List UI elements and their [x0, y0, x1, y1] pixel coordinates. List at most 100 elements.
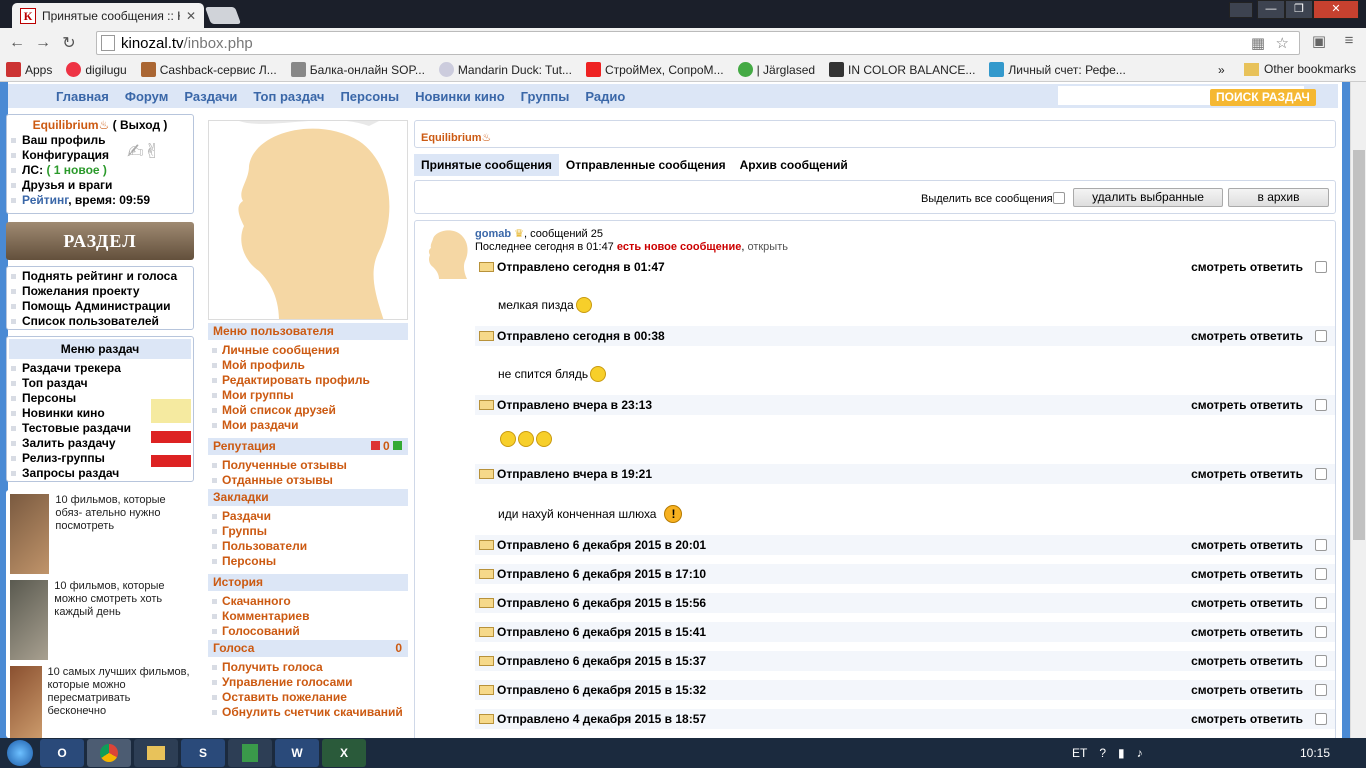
volume-muted-icon[interactable]: ♪: [1137, 746, 1143, 760]
nav-torrents[interactable]: Раздачи: [184, 89, 237, 104]
username-link[interactable]: Equilibrium: [33, 118, 99, 132]
user-profile-button[interactable]: [1229, 2, 1253, 18]
tab-close-icon[interactable]: ✕: [186, 9, 196, 23]
message-checkbox[interactable]: [1315, 626, 1327, 638]
reply-link[interactable]: ответить: [1250, 625, 1303, 639]
plus-icon[interactable]: [393, 441, 402, 450]
bookmark-apps[interactable]: Apps: [6, 62, 52, 77]
message-header[interactable]: Отправлено сегодня в 01:47 смотреть отве…: [475, 257, 1335, 277]
message-checkbox[interactable]: [1315, 261, 1327, 273]
bookmark-mandarin[interactable]: Mandarin Duck: Tut...: [438, 62, 572, 77]
delete-selected-button[interactable]: удалить выбранные: [1073, 188, 1223, 207]
nav-groups[interactable]: Группы: [521, 89, 570, 104]
reply-link[interactable]: ответить: [1250, 538, 1303, 552]
message-checkbox[interactable]: [1315, 399, 1327, 411]
message-checkbox[interactable]: [1315, 597, 1327, 609]
mecenat-banner[interactable]: РАЗДЕЛ МЕЦЕНАТОВ: [6, 222, 194, 289]
bookmark-torrents-link[interactable]: Раздачи: [208, 509, 408, 524]
my-profile-link[interactable]: Мой профиль: [208, 358, 408, 373]
reply-link[interactable]: ответить: [1250, 712, 1303, 726]
bookmark-persons-link[interactable]: Персоны: [208, 554, 408, 569]
search-button[interactable]: ПОИСК РАЗДАЧ: [1210, 89, 1316, 106]
bookmark-cashback[interactable]: Cashback-сервис Л...: [140, 62, 277, 77]
reply-link[interactable]: ответить: [1250, 329, 1303, 343]
message-header[interactable]: Отправлено вчера в 23:13 смотреть ответи…: [475, 395, 1335, 415]
promo-item[interactable]: 10 фильмов, которые обяз- ательно нужно …: [10, 494, 190, 576]
nav-radio[interactable]: Радио: [585, 89, 625, 104]
get-votes-link[interactable]: Получить голоса: [208, 660, 408, 675]
tab-archive[interactable]: Архив сообщений: [733, 154, 855, 176]
bookmark-groups-link[interactable]: Группы: [208, 524, 408, 539]
bookmark-users-link[interactable]: Пользователи: [208, 539, 408, 554]
private-messages-link[interactable]: Личные сообщения: [208, 343, 408, 358]
sender-username[interactable]: gomab: [475, 228, 511, 240]
user-list-link[interactable]: Список пользователей: [7, 314, 193, 329]
back-icon[interactable]: ←: [4, 34, 30, 52]
message-checkbox[interactable]: [1315, 655, 1327, 667]
admin-help-link[interactable]: Помощь Администрации: [7, 299, 193, 314]
reply-link[interactable]: ответить: [1250, 260, 1303, 274]
message-header[interactable]: Отправлено сегодня в 00:38 смотреть отве…: [475, 326, 1335, 346]
message-checkbox[interactable]: [1315, 539, 1327, 551]
other-bookmarks[interactable]: Other bookmarks: [1244, 62, 1356, 76]
leave-wish-link[interactable]: Оставить пожелание: [208, 690, 408, 705]
message-header[interactable]: Отправлено 6 декабря 2015 в 15:41 смотре…: [475, 622, 1335, 642]
downloads-history-link[interactable]: Скачанного: [208, 594, 408, 609]
reply-link[interactable]: ответить: [1250, 567, 1303, 581]
bookmark-digilugu[interactable]: digilugu: [66, 62, 127, 77]
address-bar[interactable]: kinozal.tv/inbox.php ▦ ☆: [96, 31, 1300, 55]
message-header[interactable]: Отправлено 4 декабря 2015 в 18:57 смотре…: [475, 709, 1335, 729]
reset-download-counter-link[interactable]: Обнулить счетчик скачиваний: [208, 705, 408, 720]
open-link[interactable]: открыть: [747, 241, 788, 253]
promo-item[interactable]: 10 самых лучших фильмов, которые можно п…: [10, 666, 190, 738]
nav-top[interactable]: Топ раздач: [253, 89, 324, 104]
start-button[interactable]: [0, 738, 40, 768]
select-all-checkbox[interactable]: [1053, 192, 1065, 204]
pm-link[interactable]: ЛС: ( 1 новое ): [7, 163, 193, 178]
my-torrents-link[interactable]: Мои раздачи: [208, 418, 408, 433]
bookmark-stroymeh[interactable]: СтройМех, СопроМ...: [585, 62, 724, 77]
nav-persons[interactable]: Персоны: [340, 89, 399, 104]
bookmark-star-icon[interactable]: ☆: [1276, 34, 1289, 52]
reply-link[interactable]: ответить: [1250, 654, 1303, 668]
message-header[interactable]: Отправлено вчера в 19:21 смотреть ответи…: [475, 464, 1335, 484]
browser-tab-active[interactable]: К Принятые сообщения :: К ✕: [12, 3, 204, 28]
taskbar-outlook[interactable]: O: [40, 739, 84, 767]
edit-profile-link[interactable]: Редактировать профиль: [208, 373, 408, 388]
rating-link[interactable]: Рейтинг: [22, 193, 68, 207]
view-link[interactable]: смотреть: [1191, 625, 1246, 639]
taskbar-word[interactable]: W: [275, 739, 319, 767]
view-link[interactable]: смотреть: [1191, 398, 1246, 412]
bookmark-balka[interactable]: Балка-онлайн SOP...: [290, 62, 425, 77]
message-header[interactable]: Отправлено 6 декабря 2015 в 15:32 смотре…: [475, 680, 1335, 700]
tab-sent[interactable]: Отправленные сообщения: [559, 154, 733, 176]
reply-link[interactable]: ответить: [1250, 467, 1303, 481]
view-link[interactable]: смотреть: [1191, 567, 1246, 581]
raise-rating-link[interactable]: Поднять рейтинг и голоса: [7, 269, 193, 284]
reload-icon[interactable]: ↻: [56, 33, 82, 53]
tracker-torrents-link[interactable]: Раздачи трекера: [7, 361, 193, 376]
bookmark-lichny-schet[interactable]: Личный счет: Рефе...: [989, 62, 1126, 77]
view-link[interactable]: смотреть: [1191, 654, 1246, 668]
logout-link[interactable]: ( Выход ): [113, 118, 168, 132]
bookmark-icb[interactable]: IN COLOR BALANCE...: [829, 62, 975, 77]
promo-item[interactable]: 10 фильмов, которые можно смотреть хоть …: [10, 580, 190, 662]
bookmark-jarglased[interactable]: | Järglased: [737, 62, 815, 77]
given-reviews-link[interactable]: Отданные отзывы: [208, 473, 408, 488]
manage-votes-link[interactable]: Управление голосами: [208, 675, 408, 690]
nav-forum[interactable]: Форум: [125, 89, 168, 104]
bookmarks-overflow-icon[interactable]: »: [1218, 63, 1225, 77]
view-link[interactable]: смотреть: [1191, 683, 1246, 697]
message-header[interactable]: Отправлено 6 декабря 2015 в 17:10 смотре…: [475, 564, 1335, 584]
received-reviews-link[interactable]: Полученные отзывы: [208, 458, 408, 473]
minimize-icon[interactable]: —: [1257, 0, 1285, 19]
my-groups-link[interactable]: Мои группы: [208, 388, 408, 403]
new-tab-button[interactable]: [204, 7, 242, 24]
reply-link[interactable]: ответить: [1250, 596, 1303, 610]
view-link[interactable]: смотреть: [1191, 260, 1246, 274]
view-link[interactable]: смотреть: [1191, 329, 1246, 343]
close-window-icon[interactable]: ✕: [1313, 0, 1359, 19]
page-scrollbar[interactable]: [1350, 82, 1366, 738]
forward-icon[interactable]: →: [30, 34, 56, 52]
sender-avatar[interactable]: [423, 229, 471, 279]
